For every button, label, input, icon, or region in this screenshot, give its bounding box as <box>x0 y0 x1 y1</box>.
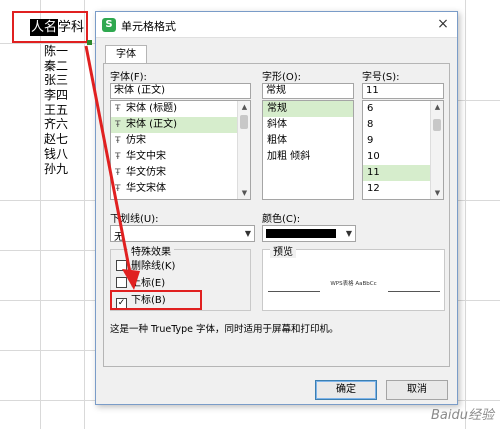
scroll-thumb[interactable] <box>433 119 441 131</box>
font-type-icon: Ŧ <box>115 104 121 114</box>
cell-name[interactable]: 孙九 <box>44 162 84 177</box>
size-input[interactable]: 11 <box>362 83 444 99</box>
format-cells-dialog: S 单元格格式 × 字体 字体(F): 宋体 (正文) Ŧ 宋体 (标题) Ŧ 宋体… <box>95 11 458 405</box>
cell-name[interactable]: 陈一 <box>44 44 84 59</box>
tab-font[interactable]: 字体 <box>105 45 147 64</box>
strikethrough-checkbox[interactable]: 删除线(K) <box>116 260 175 274</box>
size-list[interactable]: 6 8 9 10 11 12 ▲ ▼ <box>362 100 444 200</box>
dialog-titlebar[interactable]: S 单元格格式 × <box>96 12 457 38</box>
grid-line <box>0 250 95 251</box>
dialog-title: 单元格格式 <box>121 20 176 33</box>
cell-name[interactable]: 齐六 <box>44 117 84 132</box>
chevron-down-icon: ▼ <box>244 229 251 238</box>
wps-app-icon: S <box>102 18 116 32</box>
font-panel: 字体(F): 宋体 (正文) Ŧ 宋体 (标题) Ŧ 宋体 (正文) Ŧ 仿宋 Ŧ 华文… <box>103 63 450 367</box>
scroll-up-icon[interactable]: ▲ <box>431 101 443 113</box>
header-cell-highlight[interactable]: 人名 学科 <box>12 11 88 43</box>
scroll-up-icon[interactable]: ▲ <box>238 101 250 113</box>
scroll-thumb[interactable] <box>240 115 248 129</box>
underline-label: 下划线(U): <box>110 214 159 225</box>
font-description: 这是一种 TrueType 字体，同时适用于屏幕和打印机。 <box>110 324 339 335</box>
preview-group-title: 预览 <box>270 243 296 258</box>
font-type-icon: Ŧ <box>115 184 121 194</box>
grid-line <box>0 300 95 301</box>
preview-line-left <box>268 291 320 292</box>
font-input[interactable]: 宋体 (正文) <box>110 83 251 99</box>
font-list-item[interactable]: Ŧ 仿宋 <box>111 133 250 149</box>
color-swatch <box>266 229 336 238</box>
style-list-item[interactable]: 粗体 <box>263 133 353 149</box>
size-list-scrollbar[interactable]: ▲ ▼ <box>430 101 443 199</box>
superscript-label: 上标(E) <box>131 278 166 289</box>
font-list-item-selected[interactable]: Ŧ 宋体 (正文) <box>111 117 250 133</box>
font-list[interactable]: Ŧ 宋体 (标题) Ŧ 宋体 (正文) Ŧ 仿宋 Ŧ 华文中宋 Ŧ 华文仿宋 Ŧ 华文宋体 … <box>110 100 251 200</box>
baidu-watermark: Baidu经验 <box>431 408 494 423</box>
underline-value: 无 <box>114 232 124 243</box>
effects-group-title: 特殊效果 <box>128 243 174 258</box>
font-type-icon: Ŧ <box>115 152 121 162</box>
scroll-down-icon[interactable]: ▼ <box>431 187 443 199</box>
cell-name[interactable]: 赵七 <box>44 132 84 147</box>
style-list-item-selected[interactable]: 常规 <box>263 101 353 117</box>
name-column: 陈一 秦二 张三 李四 王五 齐六 赵七 钱八 孙九 <box>44 44 84 176</box>
style-label: 字形(O): <box>262 72 302 83</box>
grid-line <box>458 200 500 201</box>
superscript-checkbox[interactable]: 上标(E) <box>116 277 165 291</box>
grid-line <box>0 350 95 351</box>
font-list-item[interactable]: Ŧ 宋体 (标题) <box>111 101 250 117</box>
checkbox-icon[interactable] <box>116 260 127 271</box>
scroll-down-icon[interactable]: ▼ <box>238 187 250 199</box>
strikethrough-label: 删除线(K) <box>131 261 176 272</box>
style-list-item[interactable]: 加粗 倾斜 <box>263 149 353 165</box>
grid-line <box>465 0 466 429</box>
grid-line <box>0 200 95 201</box>
grid-line <box>40 0 41 429</box>
grid-line <box>458 300 500 301</box>
color-label: 颜色(C): <box>262 214 301 225</box>
cell-name[interactable]: 秦二 <box>44 59 84 74</box>
style-input[interactable]: 常规 <box>262 83 354 99</box>
cell-fill-handle[interactable] <box>87 40 92 45</box>
checkbox-icon[interactable] <box>116 277 127 288</box>
chevron-down-icon: ▼ <box>345 229 352 238</box>
font-list-item[interactable]: Ŧ 华文仿宋 <box>111 165 250 181</box>
font-type-icon: Ŧ <box>115 136 121 146</box>
underline-select[interactable]: 无 ▼ <box>110 225 255 243</box>
size-label: 字号(S): <box>362 72 400 83</box>
font-list-item[interactable]: Ŧ 华文宋体 <box>111 181 250 197</box>
close-button[interactable]: × <box>435 16 451 32</box>
preview-line-right <box>388 291 440 292</box>
font-type-icon: Ŧ <box>115 168 121 178</box>
cell-name[interactable]: 钱八 <box>44 147 84 162</box>
color-select[interactable]: ▼ <box>262 225 356 242</box>
cell-name[interactable]: 李四 <box>44 88 84 103</box>
grid-line <box>458 100 500 101</box>
font-list-scrollbar[interactable]: ▲ ▼ <box>237 101 250 199</box>
cancel-button[interactable]: 取消 <box>386 380 448 400</box>
font-label: 字体(F): <box>110 72 147 83</box>
header-selected-text[interactable]: 人名 <box>30 19 59 36</box>
cell-name[interactable]: 张三 <box>44 73 84 88</box>
preview-text: WPS表格 AaBbCc <box>330 281 377 287</box>
cell-name[interactable]: 王五 <box>44 103 84 118</box>
font-list-item[interactable]: Ŧ 华文中宋 <box>111 149 250 165</box>
style-list[interactable]: 常规 斜体 粗体 加粗 倾斜 <box>262 100 354 200</box>
style-list-item[interactable]: 斜体 <box>263 117 353 133</box>
ok-button[interactable]: 确定 <box>315 380 377 400</box>
subscript-highlight-box <box>110 290 202 310</box>
grid-line <box>84 0 85 429</box>
header-text[interactable]: 学科 <box>58 19 84 36</box>
font-type-icon: Ŧ <box>115 120 121 130</box>
